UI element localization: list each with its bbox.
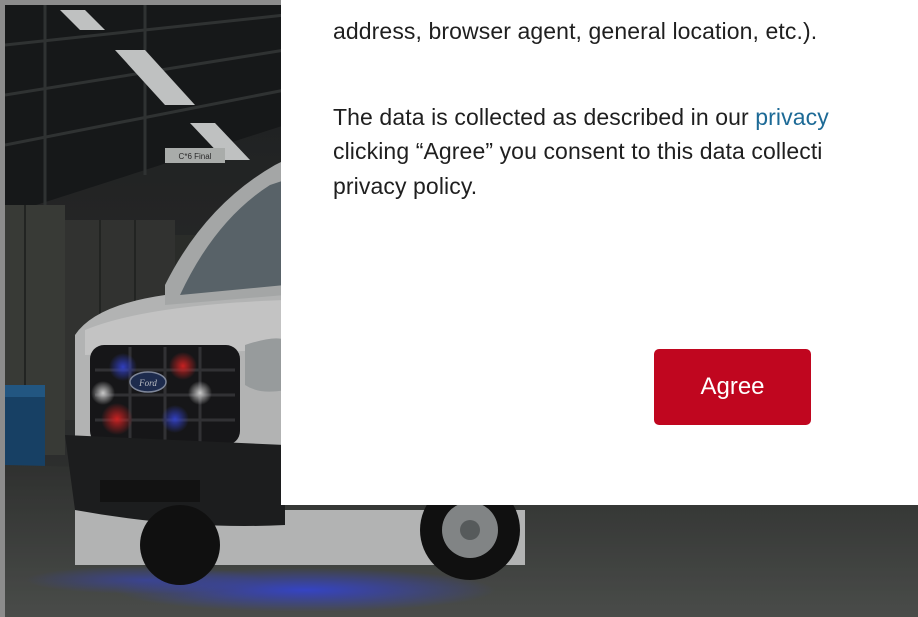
consent-paragraph-line-2: clicking “Agree” you consent to this dat… xyxy=(333,138,823,164)
consent-line-1-text: The data is collected as described in ou… xyxy=(333,103,756,130)
consent-dialog: address, browser agent, general location… xyxy=(281,0,918,505)
consent-paragraph-line-1: The data is collected as described in ou… xyxy=(333,100,918,135)
consent-intro-text: address, browser agent, general location… xyxy=(333,18,818,44)
agree-button[interactable]: Agree xyxy=(654,349,811,425)
consent-paragraph-line-3: privacy policy. xyxy=(333,172,478,199)
privacy-policy-link[interactable]: privacy xyxy=(755,104,829,130)
